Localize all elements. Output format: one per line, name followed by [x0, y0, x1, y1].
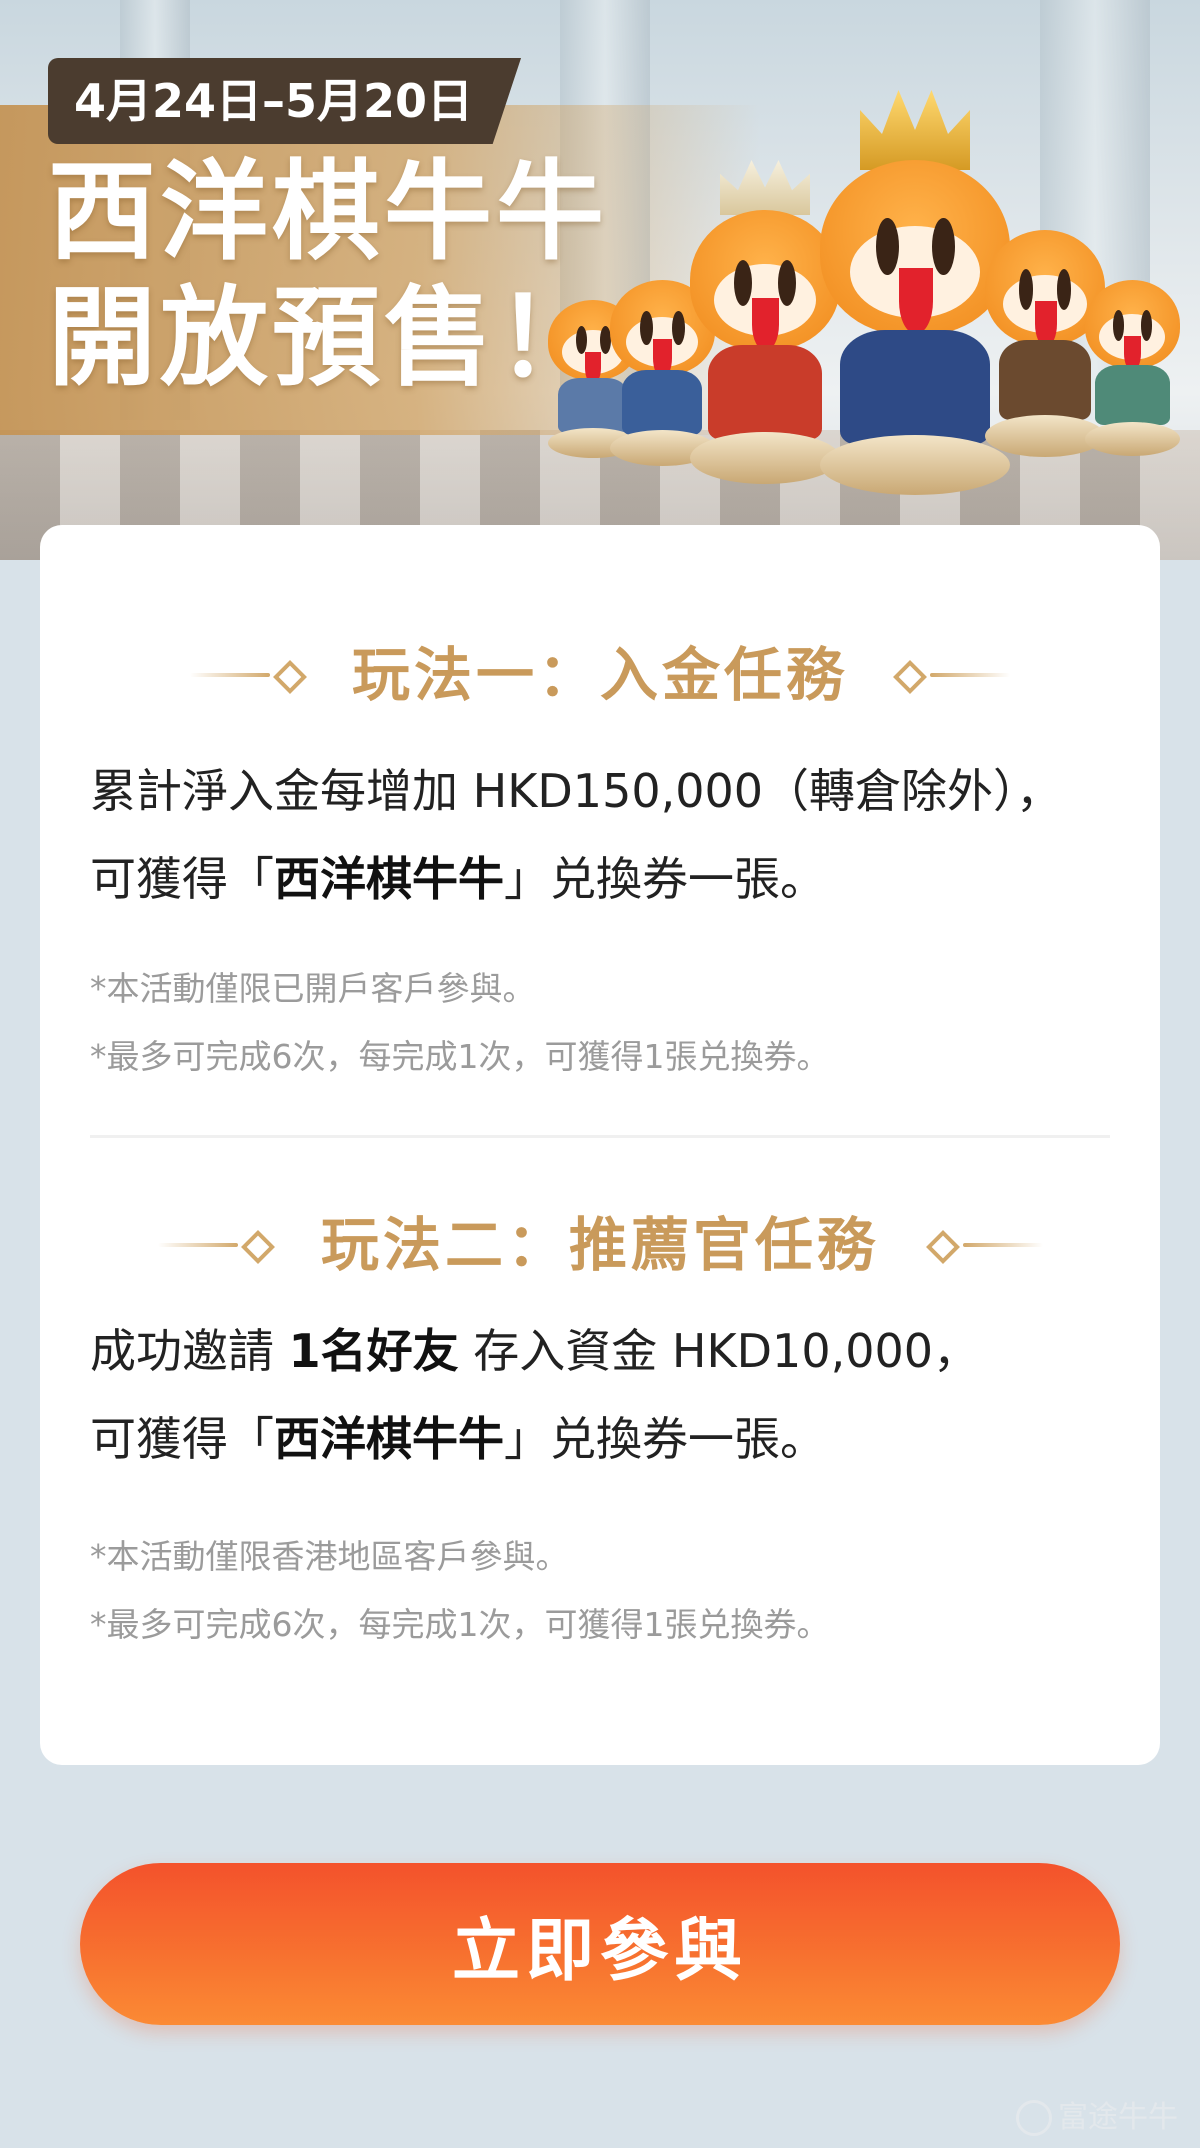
section1-note: *本活動僅限已開戶客戶參與。: [90, 969, 536, 1008]
futu-logo-icon: [1016, 2100, 1052, 2136]
section2-desc-line1: 成功邀請 1名好友 存入資金 HKD10,000，: [90, 1324, 980, 1378]
reward-name: 西洋棋牛牛: [274, 1412, 504, 1466]
section2-desc-line2: 可獲得「西洋棋牛牛」兑換券一張。: [90, 1412, 826, 1466]
rules-card: 玩法一：入金任務 累計淨入金每增加 HKD150,000（轉倉除外）， 可獲得「…: [40, 525, 1160, 1765]
watermark: 富途牛牛: [1016, 2092, 1178, 2136]
reward-name: 西洋棋牛牛: [274, 852, 504, 906]
hero-banner: 4月24日–5月20日 西洋棋牛牛 開放預售！: [0, 0, 1200, 560]
section2-description: 成功邀請 1名好友 存入資金 HKD10,000， 可獲得「西洋棋牛牛」兑換券一…: [90, 1307, 1130, 1483]
banner-title: 西洋棋牛牛 開放預售！: [48, 150, 608, 402]
join-now-button[interactable]: 立即參與: [80, 1863, 1120, 2025]
section2-note: *最多可完成6次，每完成1次，可獲得1張兑換券。: [90, 1605, 830, 1644]
section1-notes: *本活動僅限已開戶客戶參與。 *最多可完成6次，每完成1次，可獲得1張兑換券。: [90, 955, 1130, 1091]
section-divider: [90, 1135, 1110, 1138]
friend-count: 1名好友: [288, 1324, 459, 1378]
section2-header: 玩法二：推薦官任務: [40, 1205, 1160, 1285]
section1-note: *最多可完成6次，每完成1次，可獲得1張兑換券。: [90, 1037, 830, 1076]
section2-note: *本活動僅限香港地區客戶參與。: [90, 1537, 569, 1576]
section1-description: 累計淨入金每增加 HKD150,000（轉倉除外）， 可獲得「西洋棋牛牛」兑換券…: [90, 747, 1130, 923]
section1-desc-line1: 累計淨入金每增加 HKD150,000（轉倉除外），: [90, 764, 1063, 818]
banner-title-line1: 西洋棋牛牛: [48, 150, 609, 275]
banner-title-line2: 開放預售！: [48, 276, 609, 401]
section1-header: 玩法一：入金任務: [40, 635, 1160, 715]
date-range-tag: 4月24日–5月20日: [48, 58, 522, 144]
right-ornament-icon: [890, 660, 1010, 694]
section2-notes: *本活動僅限香港地區客戶參與。 *最多可完成6次，每完成1次，可獲得1張兑換券。: [90, 1523, 1130, 1659]
right-ornament-icon: [923, 1230, 1043, 1264]
section1-desc-line2: 可獲得「西洋棋牛牛」兑換券一張。: [90, 852, 826, 906]
